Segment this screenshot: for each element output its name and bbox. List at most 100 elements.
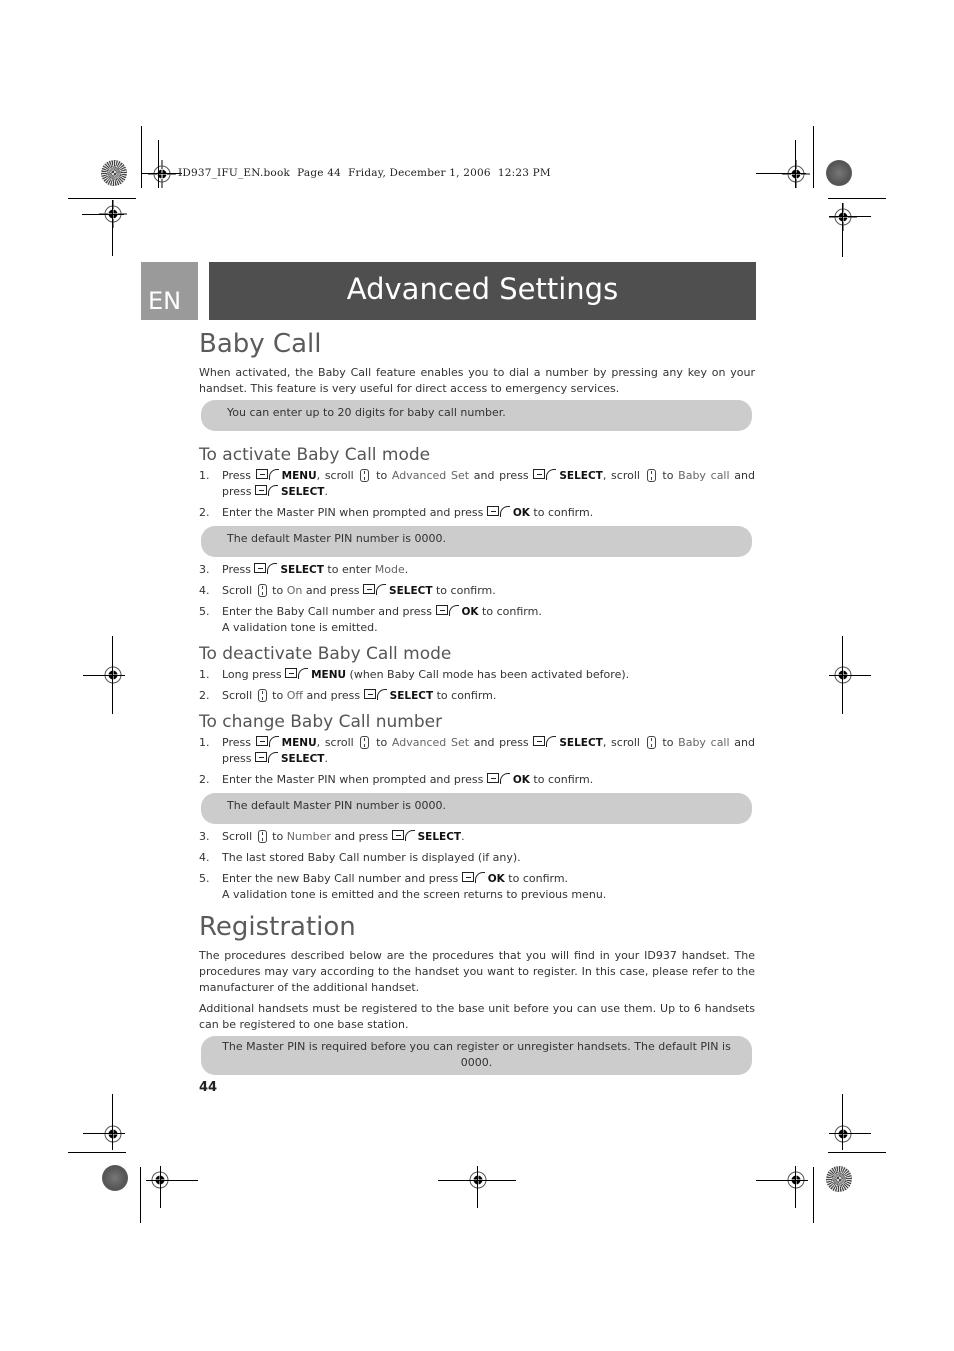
section-title-baby-call: Baby Call <box>199 329 322 359</box>
crop-mark <box>842 1094 843 1150</box>
print-metadata: ID937_IFU_EN.book Page 44 Friday, Decemb… <box>178 167 551 179</box>
step-item: 3. Press SELECT to enter Mode. <box>199 563 409 576</box>
crop-mark <box>83 675 125 676</box>
crop-mark <box>112 200 113 256</box>
activate-steps-continued: 3. Press SELECT to enter Mode. 4. Scroll to… <box>199 562 755 636</box>
softkey-icon <box>461 872 486 883</box>
note-box: The default Master PIN number is 0000. <box>201 526 752 557</box>
menu-item-name: Off <box>286 689 303 702</box>
registration-target-icon <box>834 1125 852 1143</box>
step-number: 3. <box>199 563 210 576</box>
crop-mark <box>828 1152 886 1153</box>
scroll-key-icon <box>257 584 267 597</box>
step-number: 1. <box>199 469 210 482</box>
key-label: SELECT <box>389 585 433 597</box>
softkey-icon <box>254 563 278 574</box>
crop-mark <box>813 1167 814 1223</box>
step-item: 4. Scroll to On and press SELECT to confi… <box>199 584 496 597</box>
softkey-icon <box>486 773 511 784</box>
note-box: The default Master PIN number is 0000. <box>201 793 752 824</box>
crop-mark <box>68 1152 126 1153</box>
crop-mark <box>141 126 142 188</box>
step-number: 5. <box>199 605 210 618</box>
registration-swirl-icon <box>826 160 852 186</box>
subsection-title-deactivate: To deactivate Baby Call mode <box>199 644 452 664</box>
registration-target-icon <box>148 160 176 188</box>
step-item: 2. Enter the Master PIN when prompted and… <box>199 773 594 786</box>
step-number: 2. <box>199 506 210 519</box>
step-item: 4. The last stored Baby Call number is di… <box>199 851 521 864</box>
step-result: A validation tone is emitted and the scr… <box>222 888 607 901</box>
crop-mark <box>829 675 871 676</box>
step-result: A validation tone is emitted. <box>222 621 378 634</box>
step-item: 5. Enter the Baby Call number and press O… <box>199 605 542 634</box>
crop-mark <box>146 1180 198 1181</box>
key-label: SELECT <box>417 831 462 843</box>
key-label: OK <box>487 873 505 885</box>
scroll-key-icon <box>360 469 370 482</box>
key-label: OK <box>461 606 479 618</box>
key-label: SELECT <box>559 737 603 749</box>
menu-item-name: Advanced Set <box>391 736 470 749</box>
softkey-icon <box>255 736 280 747</box>
registration-swirl-icon <box>102 1165 128 1191</box>
key-label: OK <box>512 507 530 519</box>
menu-item-name: Mode <box>374 563 405 576</box>
note-box: The Master PIN is required before you ca… <box>201 1036 752 1075</box>
registration-swirl-icon <box>826 1166 852 1192</box>
menu-item-name: On <box>286 584 303 597</box>
page-content: Baby Call When activated, the Baby Call … <box>199 324 755 1096</box>
softkey-icon <box>363 689 388 700</box>
key-label: MENU <box>281 470 317 482</box>
key-label: MENU <box>311 669 347 681</box>
step-item: 2. Scroll to Off and press SELECT to conf… <box>199 689 497 702</box>
key-label: SELECT <box>281 753 325 765</box>
crop-mark <box>756 173 806 174</box>
subsection-title-change: To change Baby Call number <box>199 712 443 732</box>
softkey-icon <box>533 469 557 480</box>
crop-mark <box>795 1166 796 1208</box>
chapter-title-bar: Advanced Settings <box>209 262 756 320</box>
step-item: 3. Scroll to Number and press SELECT. <box>199 830 465 843</box>
crop-mark <box>158 140 159 188</box>
activate-steps: 1. Press MENU, scroll to Advanced Set and… <box>199 468 755 521</box>
note-box: You can enter up to 20 digits for baby c… <box>201 400 752 431</box>
change-steps: 1. Press MENU, scroll to Advanced Set and… <box>199 735 755 788</box>
registration-target-icon <box>829 203 857 231</box>
menu-item-name: Advanced Set <box>391 469 470 482</box>
key-label: SELECT <box>280 564 324 576</box>
step-number: 1. <box>199 668 210 681</box>
scroll-key-icon <box>646 469 656 482</box>
crop-mark <box>160 1166 161 1208</box>
crop-mark <box>756 1180 808 1181</box>
crop-mark <box>83 1133 125 1134</box>
step-number: 2. <box>199 689 210 702</box>
key-label: MENU <box>281 737 317 749</box>
baby-call-intro: When activated, the Baby Call feature en… <box>199 366 755 395</box>
scroll-key-icon <box>360 736 370 749</box>
registration-para-2: Additional handsets must be registered t… <box>199 1002 755 1031</box>
softkey-icon <box>255 485 279 496</box>
crop-mark <box>68 198 136 199</box>
crop-mark <box>829 216 871 217</box>
registration-swirl-icon <box>101 160 127 186</box>
step-item: 1. Press MENU, scroll to Advanced Set and… <box>199 736 755 765</box>
registration-para-1: The procedures described below are the p… <box>199 949 755 994</box>
deactivate-steps: 1. Long press MENU (when Baby Call mode h… <box>199 667 755 704</box>
key-label: SELECT <box>281 486 325 498</box>
section-title-registration: Registration <box>199 912 356 942</box>
crop-mark <box>813 126 814 188</box>
crop-mark <box>477 1166 478 1208</box>
softkey-icon <box>255 752 279 763</box>
crop-mark <box>795 140 796 188</box>
language-label: EN <box>148 287 182 315</box>
step-item: 5. Enter the new Baby Call number and pre… <box>199 872 607 901</box>
step-item: 1. Press MENU, scroll to Advanced Set and… <box>199 469 755 498</box>
step-number: 1. <box>199 736 210 749</box>
change-steps-continued: 3. Scroll to Number and press SELECT. 4. Th… <box>199 829 755 903</box>
step-item: 1. Long press MENU (when Baby Call mode h… <box>199 668 630 681</box>
crop-mark <box>82 214 124 215</box>
subsection-title-activate: To activate Baby Call mode <box>199 445 431 465</box>
softkey-icon <box>486 506 511 517</box>
softkey-icon <box>435 605 460 616</box>
